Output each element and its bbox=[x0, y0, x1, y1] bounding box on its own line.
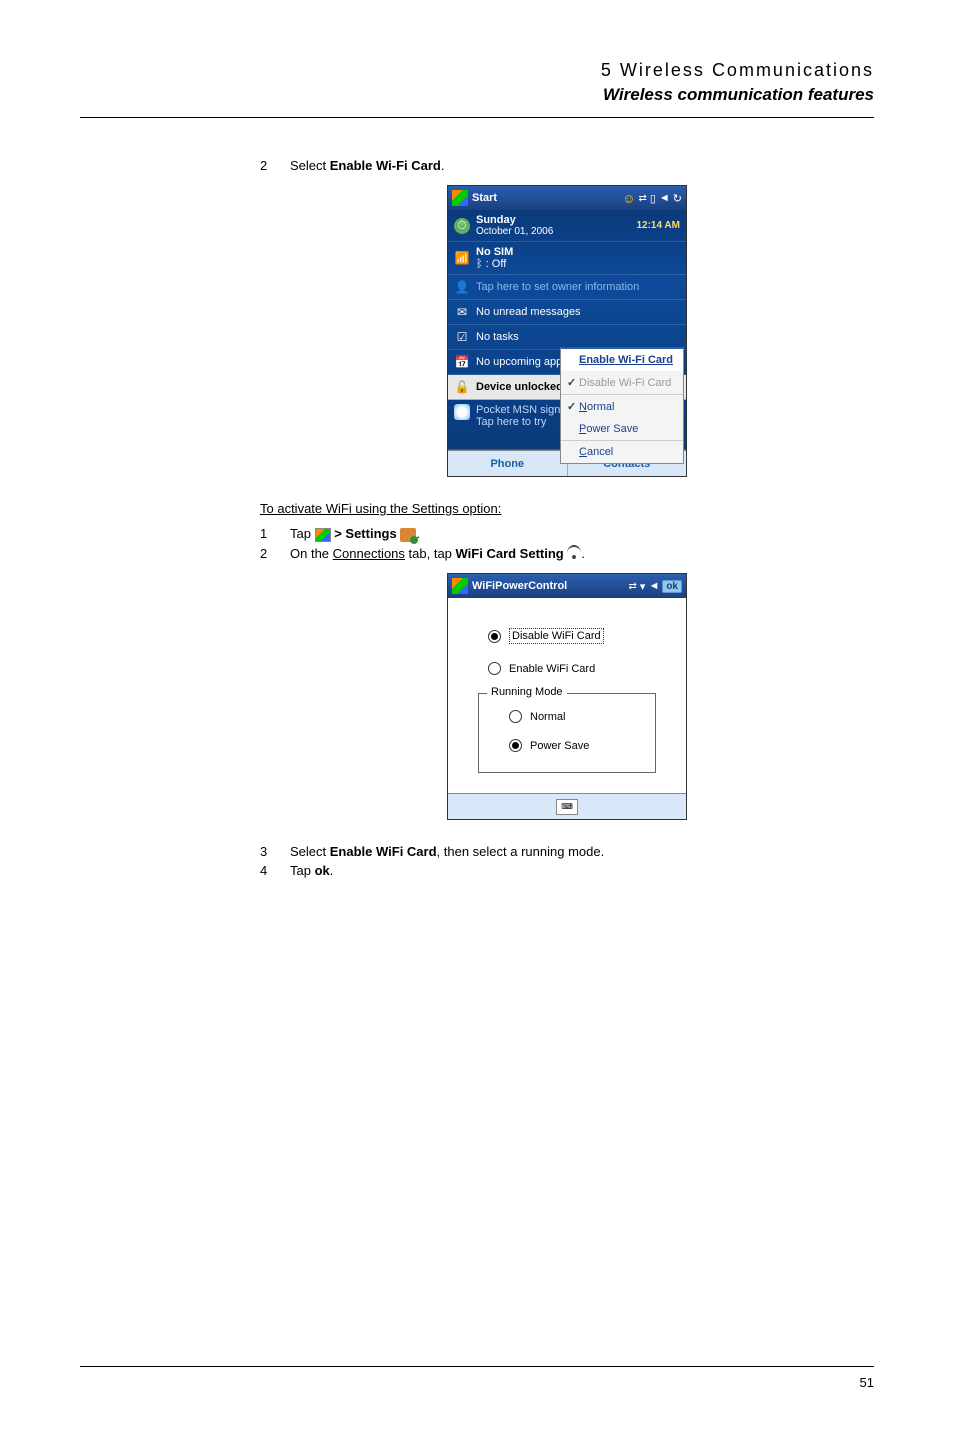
owner-row[interactable]: 👤 Tap here to set owner information bbox=[448, 275, 686, 300]
radio-label: Power Save bbox=[530, 740, 589, 752]
time-text: 12:14 AM bbox=[636, 220, 680, 231]
radio-label: Normal bbox=[530, 711, 565, 723]
ok-button[interactable]: ok bbox=[662, 580, 682, 593]
wpc-titlebar: WiFiPowerControl ⇄ ▾ ◄ ok bbox=[448, 574, 686, 598]
menu-powersave[interactable]: Power Save bbox=[561, 418, 683, 440]
start-icon bbox=[315, 528, 331, 542]
checkmark-icon: ✓ bbox=[567, 376, 579, 389]
step-2: 2 Select Enable Wi-Fi Card. bbox=[260, 158, 874, 173]
checkmark-icon: ✓ bbox=[567, 400, 579, 413]
msn-icon bbox=[454, 404, 470, 420]
main-content: 2 Select Enable Wi-Fi Card. Start ☺ ⇄ ▯ … bbox=[260, 158, 874, 878]
chapter-title: 5 Wireless Communications bbox=[80, 60, 874, 81]
sync-arrows-icon: ↻ bbox=[673, 192, 682, 205]
running-mode-fieldset: Running Mode Normal Power Save bbox=[478, 693, 656, 773]
step-text: Tap ok. bbox=[290, 863, 874, 878]
wifi-context-menu: Enable Wi-Fi Card ✓Disable Wi-Fi Card ✓N… bbox=[560, 347, 684, 464]
menu-normal[interactable]: ✓Normal bbox=[561, 395, 683, 418]
wpc-body: Disable WiFi Card Enable WiFi Card Runni… bbox=[448, 598, 686, 793]
status-icons: ☺ ⇄ ▯ ◄ ↻ bbox=[622, 191, 682, 206]
wpc-title-text: WiFiPowerControl bbox=[472, 580, 629, 592]
step-number: 3 bbox=[260, 844, 290, 859]
wifi-fan-icon bbox=[567, 547, 581, 561]
smiley-icon: ☺ bbox=[622, 191, 635, 206]
menu-cancel[interactable]: Cancel bbox=[561, 441, 683, 463]
today-body: ⏱ Sunday October 01, 2006 12:14 AM 📶 No … bbox=[448, 210, 686, 450]
settings-icon bbox=[400, 528, 416, 542]
messages-row[interactable]: ✉ No unread messages bbox=[448, 300, 686, 325]
radio-enable-wifi[interactable]: Enable WiFi Card bbox=[468, 662, 666, 675]
signal-icon: 📶 bbox=[454, 250, 470, 266]
radio-label: Enable WiFi Card bbox=[509, 663, 595, 675]
screenshot-2-container: WiFiPowerControl ⇄ ▾ ◄ ok Disable WiFi C… bbox=[260, 573, 874, 820]
speaker-icon: ◄ bbox=[659, 192, 670, 204]
menu-disable-wifi: ✓Disable Wi-Fi Card bbox=[561, 371, 683, 394]
radio-powersave[interactable]: Power Save bbox=[489, 739, 645, 752]
sync-icon: ⇄ bbox=[629, 581, 637, 592]
date-row[interactable]: ⏱ Sunday October 01, 2006 12:14 AM bbox=[448, 210, 686, 242]
wpc-bottombar: ⌨ bbox=[448, 793, 686, 819]
page-header: 5 Wireless Communications Wireless commu… bbox=[80, 60, 874, 105]
radio-label: Disable WiFi Card bbox=[509, 628, 604, 644]
calendar-icon: 📅 bbox=[454, 354, 470, 370]
fieldset-legend: Running Mode bbox=[487, 686, 567, 698]
header-divider bbox=[80, 117, 874, 118]
day-text: Sunday bbox=[476, 214, 636, 226]
tasks-text: No tasks bbox=[476, 331, 680, 343]
lock-icon: 🔓 bbox=[454, 379, 470, 395]
screenshot-1-container: Start ☺ ⇄ ▯ ◄ ↻ ⏱ Sunday October 01, 200… bbox=[260, 185, 874, 477]
mail-icon: ✉ bbox=[454, 304, 470, 320]
step-text: Tap > Settings . bbox=[290, 526, 874, 542]
substep-4: 4 Tap ok. bbox=[260, 863, 874, 878]
radio-icon[interactable] bbox=[509, 710, 522, 723]
no-sim-text: No SIM bbox=[476, 246, 680, 258]
sync-icon: ⇄ bbox=[638, 193, 646, 204]
step-number: 4 bbox=[260, 863, 290, 878]
softkey-phone[interactable]: Phone bbox=[448, 451, 568, 476]
radio-normal[interactable]: Normal bbox=[489, 710, 645, 723]
substep-2: 2 On the Connections tab, tap WiFi Card … bbox=[260, 546, 874, 562]
bt-status: ᛒ : Off bbox=[476, 258, 680, 270]
titlebar-text: Start bbox=[472, 192, 622, 204]
wifi-power-control-screen: WiFiPowerControl ⇄ ▾ ◄ ok Disable WiFi C… bbox=[447, 573, 687, 820]
step-text: Select Enable Wi-Fi Card. bbox=[290, 158, 874, 173]
owner-text: Tap here to set owner information bbox=[476, 281, 680, 293]
date-text: October 01, 2006 bbox=[476, 226, 636, 237]
step-number: 1 bbox=[260, 526, 290, 542]
owner-icon: 👤 bbox=[454, 279, 470, 295]
radio-disable-wifi[interactable]: Disable WiFi Card bbox=[468, 628, 666, 644]
messages-text: No unread messages bbox=[476, 306, 680, 318]
signal-icon: ▾ bbox=[640, 580, 646, 593]
step-text: Select Enable WiFi Card, then select a r… bbox=[290, 844, 874, 859]
page-number: 51 bbox=[860, 1375, 874, 1390]
status-icons: ⇄ ▾ ◄ ok bbox=[629, 580, 682, 593]
tasks-icon: ☑ bbox=[454, 329, 470, 345]
speaker-icon: ◄ bbox=[648, 580, 659, 592]
section-title: Wireless communication features bbox=[80, 85, 874, 105]
wm-today-screen: Start ☺ ⇄ ▯ ◄ ↻ ⏱ Sunday October 01, 200… bbox=[447, 185, 687, 477]
step-number: 2 bbox=[260, 546, 290, 562]
menu-enable-wifi[interactable]: Enable Wi-Fi Card bbox=[561, 349, 683, 371]
page-footer: 51 bbox=[80, 1366, 874, 1390]
start-flag-icon[interactable] bbox=[452, 190, 468, 206]
wm-titlebar: Start ☺ ⇄ ▯ ◄ ↻ bbox=[448, 186, 686, 210]
step-text: On the Connections tab, tap WiFi Card Se… bbox=[290, 546, 874, 562]
card-icon: ▯ bbox=[650, 192, 656, 205]
start-flag-icon[interactable] bbox=[452, 578, 468, 594]
substep-3: 3 Select Enable WiFi Card, then select a… bbox=[260, 844, 874, 859]
radio-icon[interactable] bbox=[488, 630, 501, 643]
radio-icon[interactable] bbox=[488, 662, 501, 675]
sim-row[interactable]: 📶 No SIM ᛒ : Off bbox=[448, 242, 686, 275]
keyboard-icon[interactable]: ⌨ bbox=[556, 799, 578, 815]
context-area: 🔓 Device unlocked Pocket MSN sign Tap he… bbox=[448, 375, 686, 450]
step-number: 2 bbox=[260, 158, 290, 173]
clock-icon: ⏱ bbox=[454, 218, 470, 234]
radio-icon[interactable] bbox=[509, 739, 522, 752]
subsection-title: To activate WiFi using the Settings opti… bbox=[260, 501, 874, 516]
bluetooth-icon: ᛒ bbox=[476, 258, 483, 270]
substep-1: 1 Tap > Settings . bbox=[260, 526, 874, 542]
